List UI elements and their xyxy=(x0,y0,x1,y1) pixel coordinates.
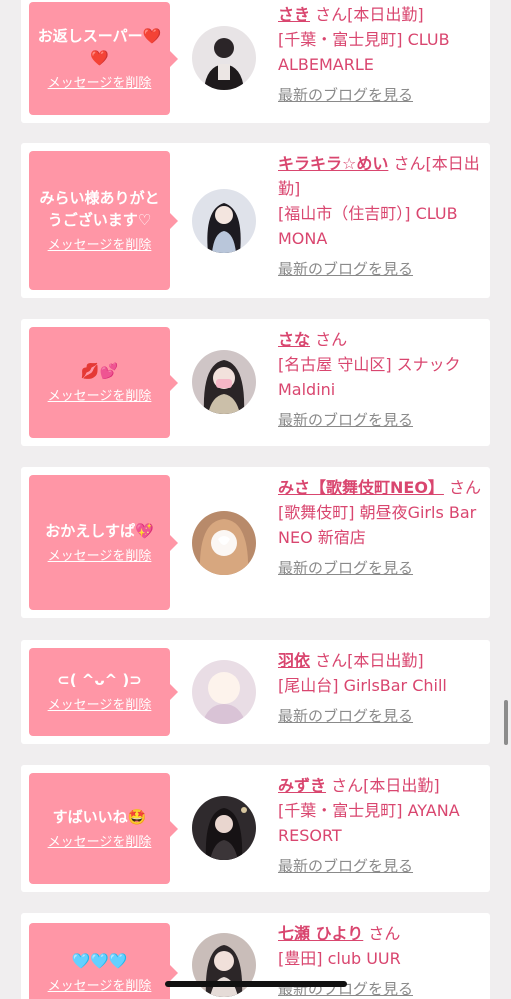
message-bubble: みらい様ありがとうございます♡ メッセージを削除 xyxy=(29,151,178,290)
avatar-photo xyxy=(192,933,256,997)
cast-name-link[interactable]: みさ【歌舞伎町NEO】 xyxy=(278,478,444,497)
avatar-photo xyxy=(192,796,256,860)
delete-message-link[interactable]: メッセージを削除 xyxy=(48,75,152,93)
message-text: すばいいね🤩 xyxy=(52,807,147,826)
view-blog-link[interactable]: 最新のブログを見る xyxy=(278,854,486,879)
message-text: みらい様ありがとうございます♡ xyxy=(39,188,160,229)
avatar-photo xyxy=(192,350,256,414)
delete-message-link[interactable]: メッセージを削除 xyxy=(48,978,152,996)
list-item: お返しスーパー❤️❤️ メッセージを削除 さき さん[本日出勤] [千葉・富士見… xyxy=(21,0,490,123)
cast-name-link[interactable]: 羽依 xyxy=(278,651,310,670)
list-item: 💋💕 メッセージを削除 さな さん [名古屋 守山区] スナック Maldini… xyxy=(21,319,490,446)
delete-message-link[interactable]: メッセージを削除 xyxy=(48,834,152,852)
view-blog-link[interactable]: 最新のブログを見る xyxy=(278,408,486,433)
cast-status: さん xyxy=(368,924,401,943)
avatar[interactable] xyxy=(192,660,256,724)
cast-status: さん[本日出勤] xyxy=(315,5,424,24)
avatar[interactable] xyxy=(192,511,256,575)
shop-name: [千葉・富士見町] AYANA RESORT xyxy=(278,801,460,845)
shop-name: [千葉・富士見町] CLUB ALBEMARLE xyxy=(278,30,450,74)
shop-name: [豊田] club UUR xyxy=(278,949,401,968)
cast-status: さん xyxy=(315,330,348,349)
message-bubble: お返しスーパー❤️❤️ メッセージを削除 xyxy=(29,2,178,115)
delete-message-link[interactable]: メッセージを削除 xyxy=(48,697,152,715)
message-list: お返しスーパー❤️❤️ メッセージを削除 さき さん[本日出勤] [千葉・富士見… xyxy=(0,0,511,999)
shop-name: [福山市（住吉町）] CLUB MONA xyxy=(278,204,458,248)
delete-message-link[interactable]: メッセージを削除 xyxy=(48,237,152,255)
avatar[interactable] xyxy=(192,189,256,253)
cast-status: さん[本日出勤] xyxy=(315,651,424,670)
message-bubble: すばいいね🤩 メッセージを削除 xyxy=(29,773,178,884)
view-blog-link[interactable]: 最新のブログを見る xyxy=(278,704,486,729)
cast-status: さん[本日出勤] xyxy=(331,776,440,795)
view-blog-link[interactable]: 最新のブログを見る xyxy=(278,83,486,108)
avatar[interactable] xyxy=(192,350,256,414)
cast-name-link[interactable]: さき xyxy=(278,5,310,24)
view-blog-link[interactable]: 最新のブログを見る xyxy=(278,556,486,581)
avatar[interactable] xyxy=(192,796,256,860)
avatar[interactable] xyxy=(192,26,256,90)
shop-name: [尾山台] GirlsBar Chill xyxy=(278,676,447,695)
list-item: すばいいね🤩 メッセージを削除 みずき さん[本日出勤] [千葉・富士見町] A… xyxy=(21,765,490,892)
avatar-photo xyxy=(192,189,256,253)
cast-name-link[interactable]: キラキラ☆めい xyxy=(278,154,388,173)
message-bubble: 💋💕 メッセージを削除 xyxy=(29,327,178,438)
message-text: お返しスーパー❤️❤️ xyxy=(37,26,162,67)
avatar-photo xyxy=(192,511,256,575)
cast-status: さん xyxy=(449,478,482,497)
home-indicator[interactable] xyxy=(165,981,347,987)
message-text: ⊂( ^ᴗ^ )⊃ xyxy=(57,671,142,689)
shop-name: [名古屋 守山区] スナック Maldini xyxy=(278,355,461,399)
avatar-photo xyxy=(192,660,256,724)
cast-name-link[interactable]: 七瀬 ひより xyxy=(278,924,363,943)
message-text: 💋💕 xyxy=(80,361,119,380)
list-item: おかえしすぱ💖 メッセージを削除 みさ【歌舞伎町NEO】 さん [歌舞伎町] 朝… xyxy=(21,467,490,618)
message-text: おかえしすぱ💖 xyxy=(45,521,154,540)
delete-message-link[interactable]: メッセージを削除 xyxy=(48,548,152,566)
avatar[interactable] xyxy=(192,933,256,997)
avatar-photo xyxy=(192,26,256,90)
shop-name: [歌舞伎町] 朝昼夜Girls Bar NEO 新宿店 xyxy=(278,503,477,547)
message-text: 🩵🩵🩵 xyxy=(71,952,128,970)
message-bubble: おかえしすぱ💖 メッセージを削除 xyxy=(29,475,178,610)
message-bubble: ⊂( ^ᴗ^ )⊃ メッセージを削除 xyxy=(29,648,178,736)
cast-name-link[interactable]: さな xyxy=(278,330,310,349)
view-blog-link[interactable]: 最新のブログを見る xyxy=(278,257,486,282)
list-item: ⊂( ^ᴗ^ )⊃ メッセージを削除 羽依 さん[本日出勤] [尾山台] Gir… xyxy=(21,640,490,744)
message-bubble: 🩵🩵🩵 メッセージを削除 xyxy=(29,923,178,999)
delete-message-link[interactable]: メッセージを削除 xyxy=(48,388,152,406)
scrollbar[interactable] xyxy=(504,700,508,745)
cast-name-link[interactable]: みずき xyxy=(278,776,326,795)
list-item: みらい様ありがとうございます♡ メッセージを削除 キラキラ☆めい さん[本日出勤… xyxy=(21,143,490,298)
